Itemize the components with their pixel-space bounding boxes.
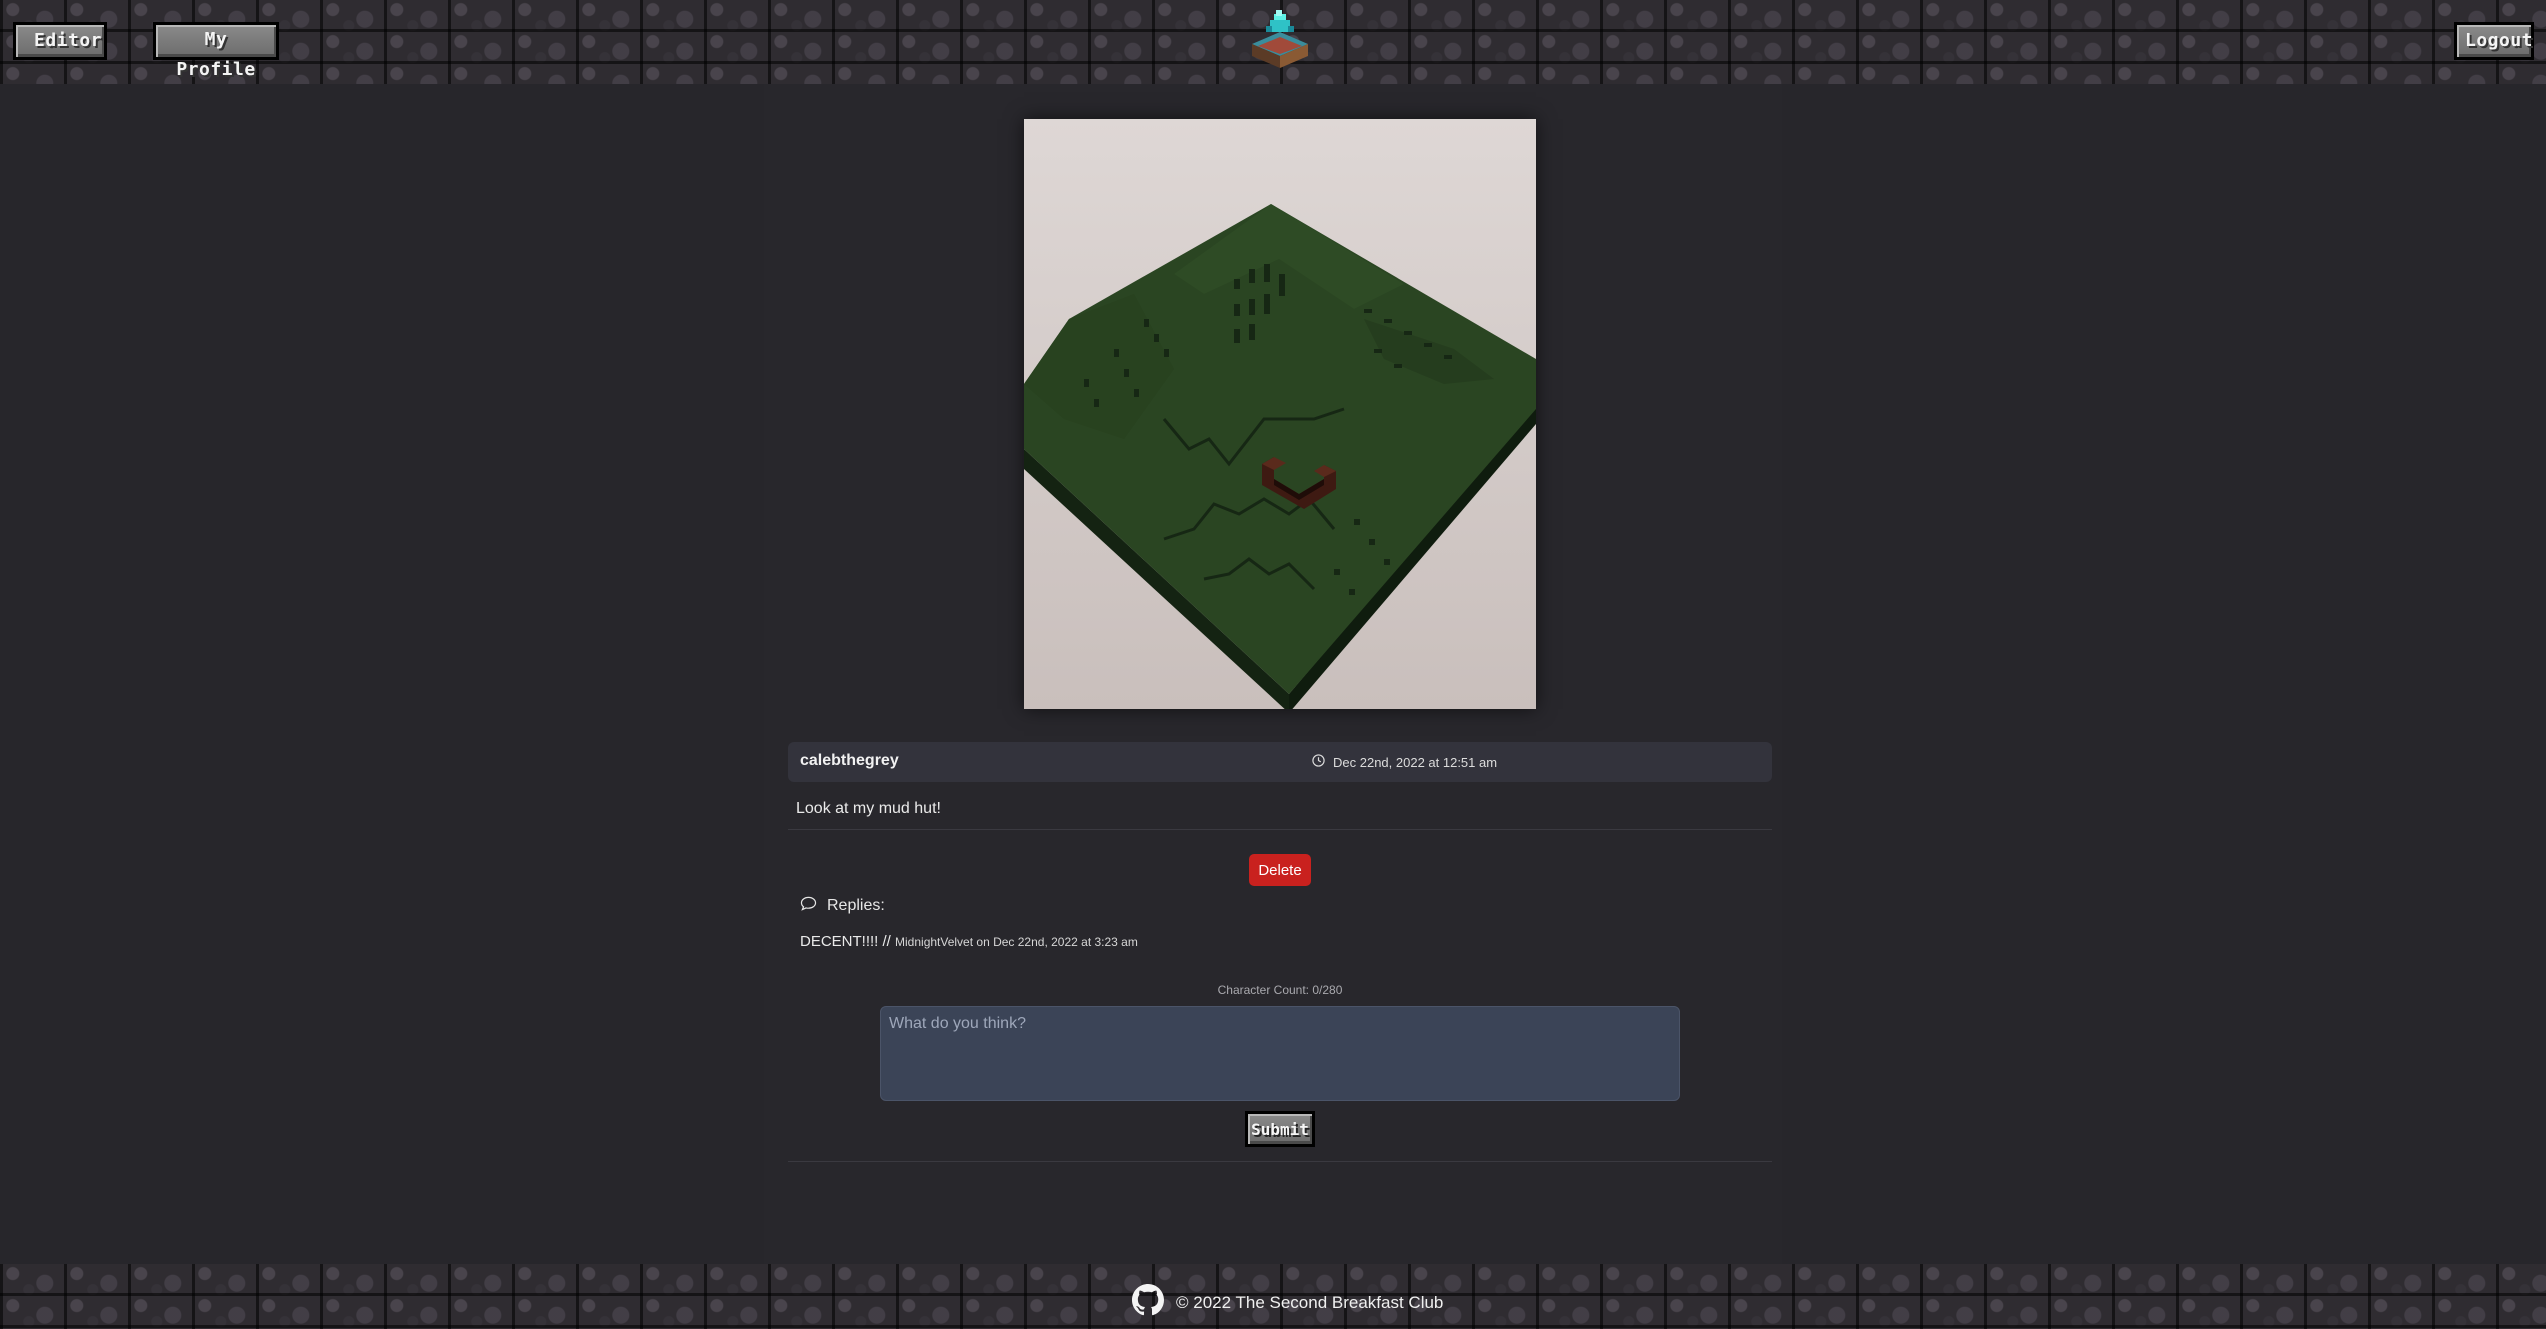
reply-text: DECENT!!!! // bbox=[800, 933, 891, 950]
post-date: Dec 22nd, 2022 at 12:51 am bbox=[1312, 754, 1497, 770]
my-profile-button[interactable]: My Profile bbox=[153, 22, 279, 80]
post-caption: Look at my mud hut! bbox=[796, 800, 941, 817]
post-author[interactable]: calebthegrey bbox=[800, 752, 899, 770]
delete-button[interactable]: Delete bbox=[1249, 854, 1311, 886]
post-date-text: Dec 22nd, 2022 at 12:51 am bbox=[1333, 754, 1498, 770]
character-count: Character Count: 0/280 bbox=[1217, 983, 1343, 997]
post-image bbox=[1024, 119, 1536, 709]
github-icon[interactable] bbox=[1132, 1284, 1164, 1321]
divider bbox=[788, 829, 1772, 830]
submit-button[interactable]: Submit bbox=[1245, 1111, 1315, 1147]
site-footer: © 2022 The Second Breakfast Club bbox=[0, 1264, 2546, 1329]
post-header: calebthegrey Dec 22nd, 2022 at 12:51 am bbox=[788, 742, 1772, 782]
site-header: Editor My Profile Logout bbox=[0, 0, 2546, 84]
divider bbox=[788, 1161, 1772, 1162]
logout-button[interactable]: Logout bbox=[2454, 22, 2534, 60]
copyright-text: © 2022 The Second Breakfast Club bbox=[1176, 1292, 1444, 1312]
footer-content: © 2022 The Second Breakfast Club bbox=[1132, 1284, 1443, 1321]
editor-button[interactable]: Editor bbox=[13, 22, 107, 60]
site-logo-icon[interactable] bbox=[1248, 8, 1312, 70]
reply-meta: MidnightVelvet on Dec 22nd, 2022 at 3:23… bbox=[895, 935, 1138, 949]
clock-icon bbox=[1312, 754, 1325, 770]
chat-bubble-icon bbox=[800, 896, 817, 916]
reply-item: DECENT!!!! // MidnightVelvet on Dec 22nd… bbox=[800, 933, 1138, 950]
replies-header: Replies: bbox=[800, 896, 885, 916]
comment-input[interactable] bbox=[880, 1006, 1680, 1101]
replies-label: Replies: bbox=[827, 897, 885, 914]
